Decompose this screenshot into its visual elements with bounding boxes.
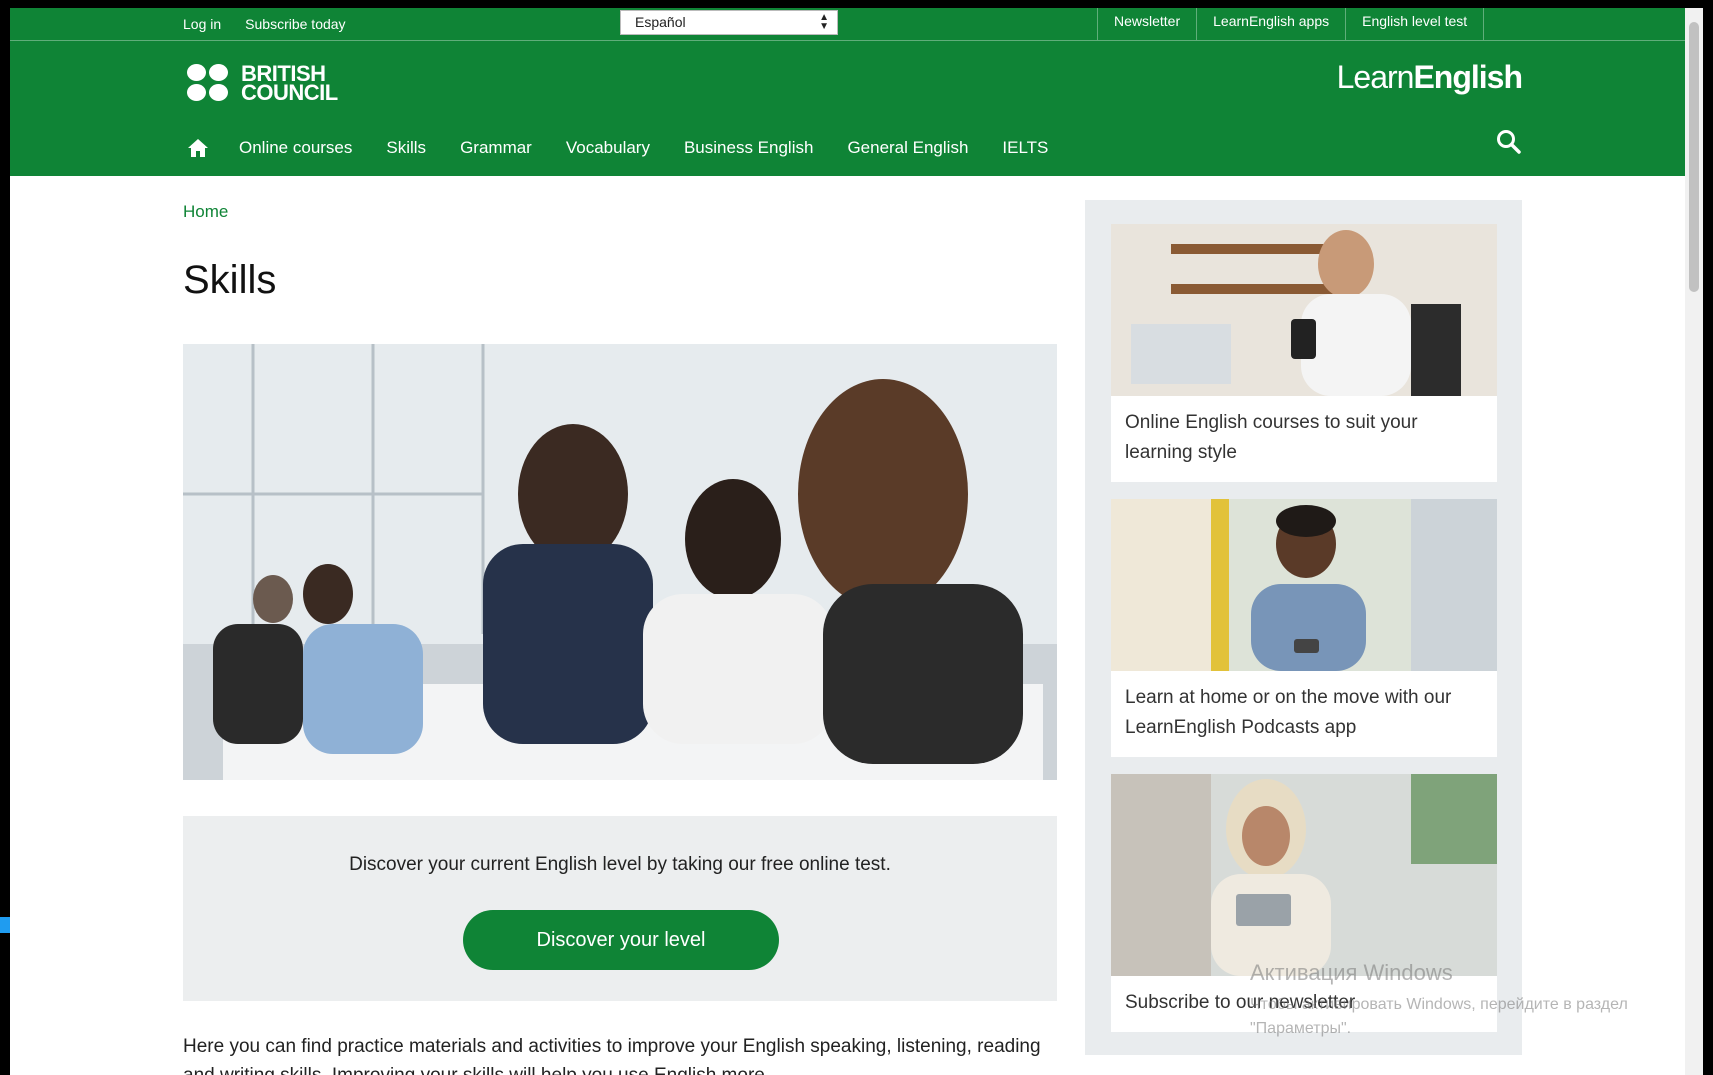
page-title: Skills bbox=[183, 258, 277, 302]
select-arrows-icon: ▲ ▼ bbox=[819, 12, 829, 32]
utility-links: Newsletter LearnEnglish apps English lev… bbox=[1097, 8, 1485, 40]
main-nav: Online courses Skills Grammar Vocabulary… bbox=[187, 133, 1082, 163]
promo-card-courses[interactable]: Online English courses to suit your lear… bbox=[1111, 224, 1497, 482]
subscribe-link[interactable]: Subscribe today bbox=[245, 16, 345, 32]
windows-activation-watermark: Активация Windows bbox=[1250, 960, 1453, 985]
breadcrumb-home[interactable]: Home bbox=[183, 202, 228, 222]
language-select-value: Español bbox=[635, 14, 686, 30]
learnenglish-brand[interactable]: LearnEnglish bbox=[1336, 59, 1523, 96]
apps-link[interactable]: LearnEnglish apps bbox=[1196, 8, 1345, 40]
logo-dots-icon bbox=[187, 63, 235, 103]
sidebar: Online English courses to suit your lear… bbox=[1085, 200, 1522, 1055]
taskbar-edge bbox=[0, 917, 10, 933]
promo-text-podcasts: Learn at home or on the move with our Le… bbox=[1125, 687, 1452, 738]
page-scrollbar[interactable] bbox=[1685, 8, 1703, 1075]
brand-bold: English bbox=[1413, 59, 1523, 95]
brand-light: Learn bbox=[1336, 59, 1415, 95]
login-link[interactable]: Log in bbox=[183, 16, 221, 32]
nav-ielts[interactable]: IELTS bbox=[1002, 138, 1048, 158]
promo-text-courses: Online English courses to suit your lear… bbox=[1125, 412, 1418, 463]
newsletter-link[interactable]: Newsletter bbox=[1097, 8, 1196, 40]
scroll-thumb[interactable] bbox=[1689, 22, 1699, 292]
language-select[interactable]: Español ▲ ▼ bbox=[620, 10, 838, 35]
nav-business-english[interactable]: Business English bbox=[684, 138, 813, 158]
account-links: Log in Subscribe today bbox=[183, 8, 346, 40]
level-test-panel: Discover your current English level by t… bbox=[183, 816, 1057, 1001]
search-icon[interactable] bbox=[1496, 129, 1522, 160]
hero-image bbox=[183, 344, 1057, 780]
nav-grammar[interactable]: Grammar bbox=[460, 138, 532, 158]
nav-online-courses[interactable]: Online courses bbox=[239, 138, 352, 158]
site-header: BRITISH COUNCIL LearnEnglish Online cour… bbox=[10, 41, 1695, 176]
utility-bar: Log in Subscribe today Español ▲ ▼ Newsle… bbox=[10, 8, 1695, 41]
level-test-link[interactable]: English level test bbox=[1345, 8, 1485, 40]
promo-image-podcasts bbox=[1111, 499, 1497, 671]
nav-general-english[interactable]: General English bbox=[847, 138, 968, 158]
home-icon[interactable] bbox=[187, 138, 209, 158]
british-council-logo[interactable]: BRITISH COUNCIL bbox=[187, 63, 338, 105]
logo-line-2: COUNCIL bbox=[241, 80, 338, 105]
nav-skills[interactable]: Skills bbox=[386, 138, 426, 158]
promo-image-courses bbox=[1111, 224, 1497, 396]
nav-vocabulary[interactable]: Vocabulary bbox=[566, 138, 650, 158]
discover-level-button[interactable]: Discover your level bbox=[463, 910, 779, 970]
promo-card-podcasts[interactable]: Learn at home or on the move with our Le… bbox=[1111, 499, 1497, 757]
logo-text: BRITISH COUNCIL bbox=[241, 63, 338, 105]
browser-page: Log in Subscribe today Español ▲ ▼ Newsle… bbox=[10, 8, 1695, 1075]
windows-activation-note: Чтобы активировать Windows, перейдите в … bbox=[1250, 996, 1628, 1037]
intro-paragraph: Here you can find practice materials and… bbox=[183, 1036, 1041, 1075]
level-test-text: Discover your current English level by t… bbox=[349, 854, 891, 875]
promo-image-newsletter bbox=[1111, 774, 1497, 976]
